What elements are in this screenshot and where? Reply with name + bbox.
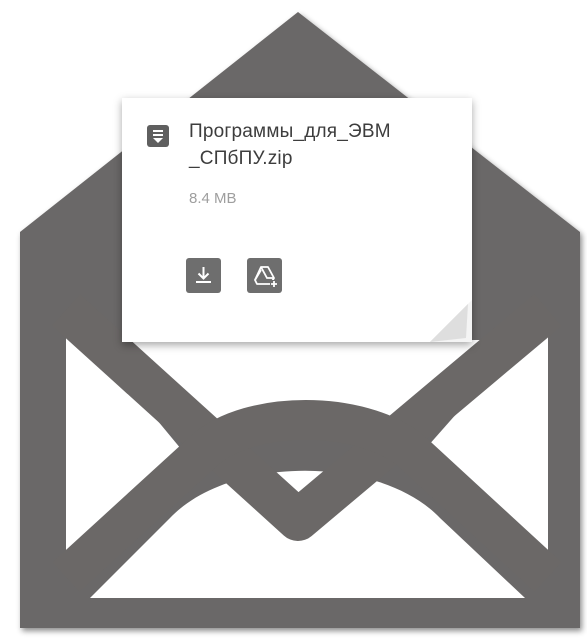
- file-name-line-2: _СПбПУ.zip: [189, 148, 293, 169]
- save-to-drive-icon: [254, 266, 278, 288]
- download-icon: [196, 267, 211, 283]
- archive-file-icon: [147, 125, 169, 147]
- download-button[interactable]: [186, 258, 221, 293]
- file-name-line-1: Программы_для_ЭВМ: [189, 121, 391, 142]
- save-to-drive-button[interactable]: [247, 258, 282, 293]
- stage: Программы_для_ЭВМ _СПбПУ.zip 8.4 MB: [0, 0, 587, 640]
- attachment-file-name[interactable]: Программы_для_ЭВМ _СПбПУ.zip: [189, 118, 459, 172]
- attachment-card[interactable]: Программы_для_ЭВМ _СПбПУ.zip 8.4 MB: [122, 98, 472, 342]
- attachment-file-size: 8.4 MB: [189, 190, 237, 207]
- page-curl-corner: [430, 300, 472, 342]
